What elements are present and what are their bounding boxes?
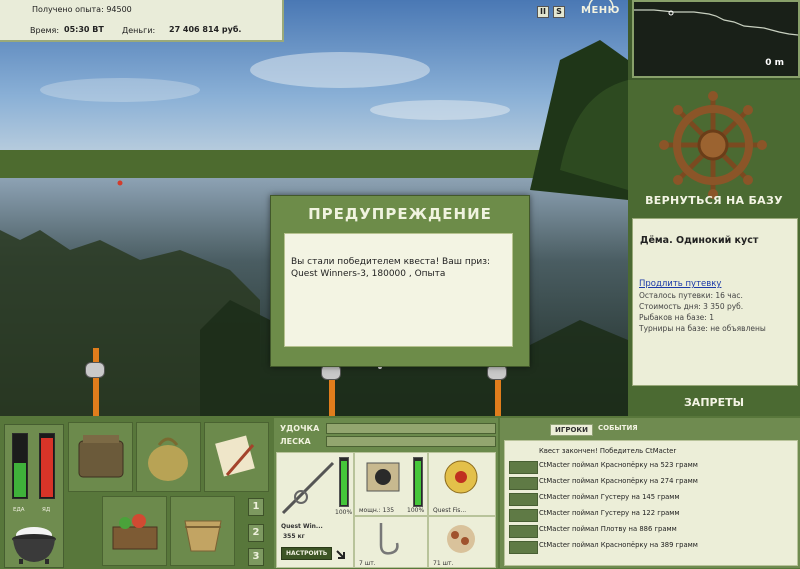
bag-slot[interactable] bbox=[136, 422, 201, 492]
dialog-message: Вы стали победителем квеста! Ваш приз: Q… bbox=[284, 233, 513, 347]
fishing-line-cell[interactable]: Quest Fis... bbox=[428, 452, 496, 516]
food-basket-slot[interactable] bbox=[102, 496, 167, 566]
event-row: CtMacter поймал Густеру на 122 грамм bbox=[509, 508, 795, 522]
tab-players[interactable]: ИГРОКИ bbox=[550, 424, 593, 436]
food-meter bbox=[12, 433, 28, 499]
poison-label: ЯД bbox=[42, 507, 51, 513]
menu-button[interactable]: МЕНЮ bbox=[581, 5, 620, 16]
bucket-slot[interactable] bbox=[170, 496, 235, 566]
money-value: 27 406 814 руб. bbox=[169, 25, 242, 34]
sound-button[interactable]: S bbox=[553, 6, 565, 18]
license-slot[interactable] bbox=[204, 422, 269, 492]
line-tension-bar bbox=[326, 436, 496, 447]
event-text: CtMacter поймал Краснопёрку на 523 грамм bbox=[539, 461, 698, 469]
rod-1[interactable] bbox=[93, 348, 99, 416]
fish-icon bbox=[509, 541, 538, 554]
rod-cell[interactable]: 100% Quest Win... 355 кг НАСТРОИТЬ bbox=[276, 452, 354, 568]
fish-icon bbox=[509, 493, 538, 506]
event-text: CtMacter поймал Краснопёрку на 274 грамм bbox=[539, 477, 698, 485]
rod-slot-1-button[interactable]: 1 bbox=[248, 498, 264, 516]
event-text: CtMacter поймал Густеру на 145 грамм bbox=[539, 493, 680, 501]
time-label: Время: bbox=[30, 26, 60, 35]
location-info: Дёма. Одинокий куст Продлить путевку Ост… bbox=[632, 218, 798, 386]
fish-icon bbox=[509, 477, 538, 490]
fish-icon bbox=[509, 525, 538, 538]
hook-caption: 7 шт. bbox=[359, 560, 376, 567]
dialog-title: ПРЕДУПРЕЖДЕНИЕ bbox=[308, 205, 492, 223]
permit-remaining: Осталось путевки: 16 час. bbox=[639, 291, 743, 300]
tournaments-status: Турниры на базе: не объявлены bbox=[639, 324, 766, 333]
warning-dialog[interactable]: ПРЕДУПРЕЖДЕНИЕ Вы стали победителем квес… bbox=[270, 195, 530, 367]
rod-label: УДОЧКА bbox=[280, 424, 320, 433]
inventory-slots: 1 2 3 bbox=[66, 420, 272, 566]
poison-meter bbox=[39, 433, 55, 499]
rod-percent: 100% bbox=[335, 509, 353, 516]
hook-cell[interactable]: 7 шт. bbox=[354, 516, 428, 568]
line-caption: Quest Fis... bbox=[433, 507, 467, 514]
location-name: Дёма. Одинокий куст bbox=[640, 235, 759, 246]
events-log: Квест закончен! Победитель CtMacter CtMa… bbox=[504, 440, 798, 566]
rod-name: Quest Win... bbox=[281, 523, 323, 530]
rod-slot-3-button[interactable]: 3 bbox=[248, 548, 264, 566]
event-text: CtMacter поймал Плотву на 886 грамм bbox=[539, 525, 677, 533]
bait-cell[interactable]: 71 шт. bbox=[428, 516, 496, 568]
money-label: Деньги: bbox=[122, 26, 156, 35]
bait-caption: 71 шт. bbox=[433, 560, 454, 567]
event-row: CtMacter поймал Густеру на 145 грамм bbox=[509, 492, 795, 506]
event-row: CtMacter поймал Краснопёрку на 274 грамм bbox=[509, 476, 795, 490]
event-row: CtMacter поймал Краснопёрку на 389 грамм bbox=[509, 540, 795, 554]
rod-slot-2-button[interactable]: 2 bbox=[248, 524, 264, 542]
line-label: ЛЕСКА bbox=[280, 437, 311, 446]
food-label: ЕДА bbox=[13, 507, 25, 513]
tackle-panel: УДОЧКА ЛЕСКА 100% Quest Win... 355 кг НА… bbox=[274, 418, 498, 568]
event-text: CtMacter поймал Краснопёрку на 389 грамм bbox=[539, 541, 698, 549]
rod-tension-bar bbox=[326, 423, 496, 434]
cauldron-icon[interactable] bbox=[9, 521, 59, 565]
time-value: 05:30 ВТ bbox=[64, 25, 104, 34]
location-panel: ВЕРНУТЬСЯ НА БАЗУ Дёма. Одинокий куст Пр… bbox=[628, 80, 800, 416]
fishers-count: Рыбаков на базе: 1 bbox=[639, 313, 714, 322]
tackle-grid: 100% Quest Win... 355 кг НАСТРОИТЬ мощн.… bbox=[276, 452, 496, 568]
rod-durability-gauge bbox=[339, 457, 349, 507]
quest-finished-message: Квест закончен! Победитель CtMacter bbox=[539, 447, 677, 455]
player-stats-panel: Получено опыта: 94500 Время: 05:30 ВТ Де… bbox=[0, 0, 284, 42]
depth-map[interactable]: 0 m bbox=[632, 0, 800, 78]
reel-caption: мощн.: 135 bbox=[359, 507, 395, 514]
event-text: CtMacter поймал Густеру на 122 грамм bbox=[539, 509, 680, 517]
fish-icon bbox=[509, 509, 538, 522]
event-row: CtMacter поймал Плотву на 886 грамм bbox=[509, 524, 795, 538]
fish-icon bbox=[509, 461, 538, 474]
ship-wheel-icon[interactable] bbox=[658, 90, 768, 200]
rod-weight: 355 кг bbox=[283, 533, 305, 540]
tackle-box-slot[interactable] bbox=[68, 422, 133, 492]
arrow-down-right-icon bbox=[336, 550, 345, 559]
setup-button[interactable]: НАСТРОИТЬ bbox=[281, 547, 333, 560]
bottom-panel: ЕДА ЯД 1 2 3 УДОЧКА ЛЕСКА 100% Quest Win… bbox=[0, 416, 800, 569]
tab-events[interactable]: СОБЫТИЯ bbox=[598, 424, 638, 432]
bans-button[interactable]: ЗАПРЕТЫ bbox=[628, 396, 800, 409]
pause-button[interactable]: II bbox=[537, 6, 549, 18]
status-meters: ЕДА ЯД bbox=[4, 424, 64, 568]
day-cost: Стоимость дня: 3 350 руб. bbox=[639, 302, 744, 311]
depth-readout: 0 m bbox=[765, 58, 784, 68]
reel-1-icon bbox=[85, 362, 105, 378]
reel-percent: 100% bbox=[407, 507, 425, 514]
extend-permit-link[interactable]: Продлить путевку bbox=[639, 279, 721, 289]
return-to-base-button[interactable]: ВЕРНУТЬСЯ НА БАЗУ bbox=[628, 194, 800, 207]
reel-cell[interactable]: мощн.: 135 100% bbox=[354, 452, 428, 516]
reel-durability-gauge bbox=[413, 457, 423, 507]
events-panel: ИГРОКИ СОБЫТИЯ Квест закончен! Победител… bbox=[500, 418, 800, 568]
experience-text: Получено опыта: 94500 bbox=[32, 5, 132, 14]
event-row: CtMacter поймал Краснопёрку на 523 грамм bbox=[509, 460, 795, 474]
